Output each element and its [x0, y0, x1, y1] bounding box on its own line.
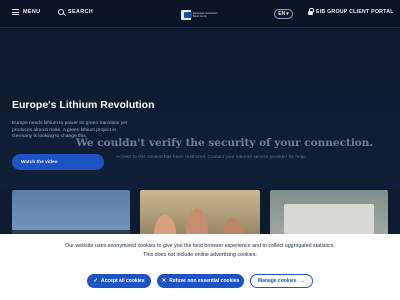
manage-label: Manage cookies — [257, 278, 297, 284]
menu-label: MENU — [23, 9, 41, 15]
close-icon: ✕ — [161, 278, 167, 284]
connection-error-subtitle: Access to this content has been restrict… — [116, 155, 306, 160]
equipment-image — [284, 204, 374, 234]
language-selector[interactable]: EN ▾ — [274, 9, 293, 19]
manage-cookies-button[interactable]: Manage cookies → — [250, 274, 313, 288]
accept-all-cookies-button[interactable]: ✓ Accept all cookies — [87, 274, 151, 288]
search-icon — [58, 9, 64, 15]
logo-text: European Investment Bank Group — [193, 11, 218, 18]
search-label: SEARCH — [68, 9, 94, 15]
refuse-label: Refuse non essential cookies — [169, 278, 240, 284]
client-portal-label: EIB GROUP CLIENT PORTAL — [316, 9, 394, 15]
cookie-banner: Our website uses anonymised cookies to g… — [0, 234, 400, 300]
language-label: EN — [278, 11, 286, 17]
hero-title: Europe's Lithium Revolution — [12, 99, 155, 111]
lock-icon — [308, 8, 314, 15]
cookie-text: Our website uses anonymised cookies to g… — [65, 243, 335, 258]
site-header: MENU SEARCH European Investment Bank Gro… — [0, 0, 400, 28]
watch-video-button[interactable]: Watch the video — [12, 154, 104, 170]
chevron-down-icon: ▾ — [286, 11, 289, 17]
menu-button[interactable]: MENU — [12, 9, 40, 15]
accept-label: Accept all cookies — [100, 278, 145, 284]
hamburger-icon — [12, 9, 19, 15]
eib-logo-mark — [181, 9, 192, 20]
check-icon: ✓ — [93, 278, 98, 284]
refuse-cookies-button[interactable]: ✕ Refuse non essential cookies — [157, 274, 244, 288]
arrow-right-icon: → — [299, 278, 306, 284]
search-button[interactable]: SEARCH — [58, 9, 93, 15]
connection-error-title: We couldn't verify the security of your … — [76, 137, 374, 149]
eib-logo[interactable]: European Investment Bank Group — [181, 6, 221, 23]
client-portal-link[interactable]: EIB GROUP CLIENT PORTAL — [308, 8, 394, 15]
